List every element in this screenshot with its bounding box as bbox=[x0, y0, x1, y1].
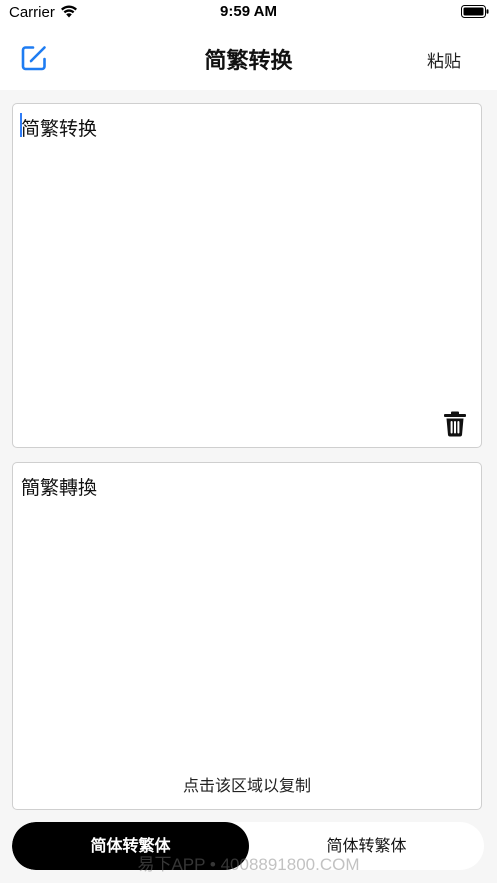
page-title: 简繁转换 bbox=[204, 49, 293, 74]
segment-option-selected[interactable]: 简体转繁体 bbox=[12, 822, 249, 870]
copy-hint: 点击该区域以复制 bbox=[182, 776, 311, 795]
output-text-area[interactable]: 簡繁轉換 点击该区域以复制 bbox=[12, 462, 482, 810]
app-screen: Carrier 9:59 AM 简繁转换 粘贴 简繁转换 簡繁轉換 点击该区域以… bbox=[0, 0, 497, 883]
status-time: 9:59 AM bbox=[220, 3, 277, 20]
status-bar: Carrier 9:59 AM bbox=[0, 0, 497, 28]
navigation-bar: 简繁转换 粘贴 bbox=[0, 28, 497, 90]
battery-icon bbox=[461, 5, 489, 18]
input-text[interactable]: 简繁转换 bbox=[21, 114, 97, 141]
input-text-area[interactable]: 简繁转换 bbox=[12, 103, 482, 448]
paste-button[interactable]: 粘贴 bbox=[427, 47, 461, 72]
segment-option[interactable]: 简体转繁体 bbox=[249, 822, 484, 870]
conversion-mode-switch: 简体转繁体 简体转繁体 bbox=[12, 822, 484, 870]
output-text: 簡繁轉換 bbox=[21, 477, 98, 499]
trash-icon[interactable] bbox=[443, 411, 467, 437]
